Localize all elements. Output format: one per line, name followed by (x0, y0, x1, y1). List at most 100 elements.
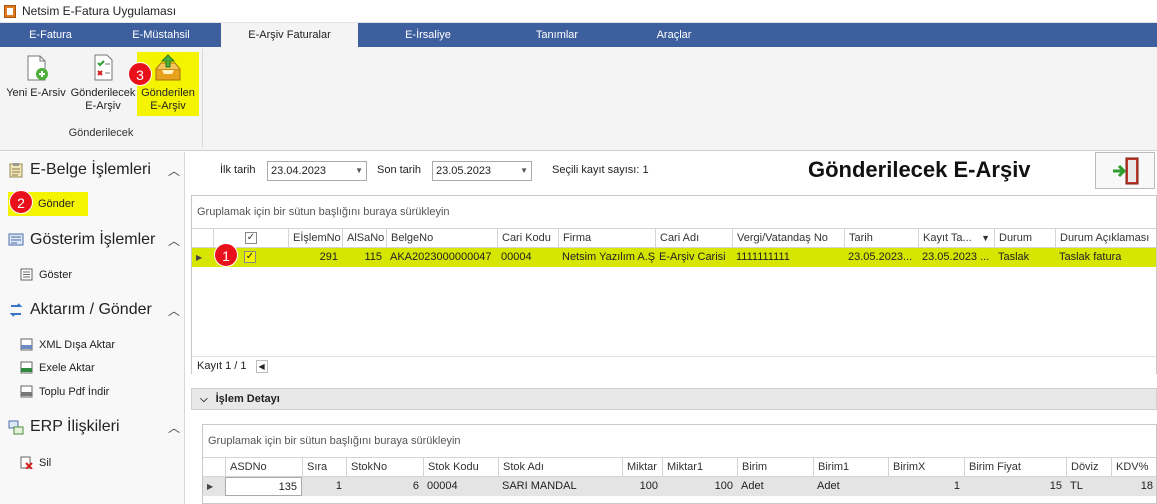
cell-stokno: 6 (412, 480, 419, 492)
chevron-up-icon[interactable]: ︿ (168, 162, 180, 179)
sidebar-item-xml-disa-aktar[interactable]: XML Dışa Aktar (20, 338, 115, 351)
checkbox-checked-icon: ✓ (244, 251, 256, 264)
cell-firma: Netsim Yazılım A.Ş (562, 251, 655, 263)
col-durum[interactable]: Durum (994, 229, 1055, 248)
col-tarih[interactable]: Tarih (844, 229, 918, 248)
chevron-up-icon[interactable]: ︿ (168, 419, 180, 436)
tab-araclar[interactable]: Araçlar (616, 23, 732, 47)
chevron-up-icon[interactable]: ︿ (168, 232, 180, 249)
col-belgeno[interactable]: BelgeNo (386, 229, 497, 248)
row-pointer-icon: ▶ (196, 253, 203, 262)
sidebar-section-title: Gösterim İşlemler (30, 231, 156, 248)
sidebar-section-gosterim[interactable]: Gösterim İşlemler ︿ (8, 231, 180, 249)
table-row[interactable]: ▶ ✓ 291 115 AKA2023000000047 00004 Netsi… (192, 248, 1156, 267)
ribbon-group-label: Gönderilecek (68, 127, 134, 139)
tab-e-irsaliye[interactable]: E-İrsaliye (358, 23, 498, 47)
col-birim1[interactable]: Birim1 (813, 458, 888, 477)
cell-vergi-no: 1111111111 (736, 251, 790, 263)
list-icon (20, 268, 33, 281)
sidebar-item-goster[interactable]: Göster (20, 268, 72, 281)
sidebar-section-e-belge[interactable]: E-Belge İşlemleri ︿ (8, 161, 180, 179)
col-alsano[interactable]: AlSaNo (342, 229, 386, 248)
group-panel[interactable]: Gruplamak için bir sütun başlığını buray… (192, 196, 1156, 228)
start-date-value: 23.04.2023 (271, 165, 327, 177)
col-miktar[interactable]: Miktar (622, 458, 662, 477)
cell-tarih: 23.05.2023... (848, 251, 913, 263)
tab-e-mustahsil[interactable]: E-Müstahsil (101, 23, 221, 47)
excel-file-icon (20, 361, 33, 374)
detail-group-panel[interactable]: Gruplamak için bir sütun başlığını buray… (203, 425, 1156, 457)
transfer-icon (8, 302, 24, 318)
tab-e-fatura[interactable]: E-Fatura (0, 23, 101, 47)
sidebar-item-label: Gönder (38, 198, 75, 210)
gonderilecek-label-1: Gönderilecek (70, 87, 136, 99)
sidebar-item-sil[interactable]: Sil (20, 456, 51, 470)
col-kayit-tarihi[interactable]: Kayıt Ta... ▼ (918, 229, 994, 248)
col-kayit-tarihi-label: Kayıt Ta... (923, 232, 972, 244)
dropdown-arrow-icon[interactable]: ▼ (520, 162, 528, 180)
cell-sira: 1 (335, 480, 342, 492)
col-vergi-no[interactable]: Vergi/Vatandaş No (732, 229, 844, 248)
new-e-arsiv-button[interactable]: Yeni E-Arsiv (4, 53, 68, 100)
main-panel: İlk tarih 23.04.2023 ▼ Son tarih 23.05.20… (186, 152, 1157, 504)
tab-tanimlar[interactable]: Tanımlar (498, 23, 616, 47)
col-stokno[interactable]: StokNo (346, 458, 423, 477)
col-miktar1[interactable]: Miktar1 (662, 458, 737, 477)
col-asdno[interactable]: ASDNo (225, 458, 302, 477)
sidebar-item-label: XML Dışa Aktar (39, 338, 116, 351)
col-cari-kodu[interactable]: Cari Kodu (497, 229, 558, 248)
col-doviz[interactable]: Döviz (1066, 458, 1111, 477)
cell-birim-fiyat: 15 (1049, 480, 1062, 492)
row-indicator-header (203, 458, 225, 477)
detail-panel-header[interactable]: ⌵ İşlem Detayı (191, 388, 1157, 410)
row-indicator-header (192, 229, 213, 248)
col-birimx[interactable]: BirimX (888, 458, 964, 477)
sidebar-section-erp[interactable]: ERP İlişkileri ︿ (8, 418, 180, 436)
start-date-picker[interactable]: 23.04.2023 ▼ (267, 161, 367, 181)
chevron-up-icon[interactable]: ︿ (168, 302, 180, 319)
col-cari-adi[interactable]: Cari Adı (655, 229, 732, 248)
sidebar-section-title: Aktarım / Gönder (30, 301, 152, 318)
selected-count: Seçili kayıt sayısı: 1 (552, 164, 649, 176)
annotation-badge-3: 3 (128, 62, 152, 86)
cell-asdno[interactable]: 135 (225, 477, 302, 496)
col-durum-aciklamasi[interactable]: Durum Açıklaması (1055, 229, 1156, 248)
col-stok-adi[interactable]: Stok Adı (498, 458, 622, 477)
row-pointer-icon: ▶ (207, 482, 214, 491)
exit-button[interactable] (1095, 152, 1155, 189)
sidebar-section-aktarim[interactable]: Aktarım / Gönder ︿ (8, 301, 180, 319)
app-title: Netsim E-Fatura Uygulaması (22, 4, 177, 18)
cell-stok-adi: SARI MANDAL (502, 480, 577, 492)
grid-header: ✓ EİşlemNo AlSaNo BelgeNo Cari Kodu Firm… (192, 228, 1156, 248)
col-birim-fiyat[interactable]: Birim Fiyat (964, 458, 1066, 477)
cell-alsano: 115 (364, 251, 382, 263)
sidebar-item-toplu-pdf-indir[interactable]: Toplu Pdf İndir (20, 385, 109, 398)
cell-belgeno: AKA2023000000047 (390, 251, 492, 263)
sidebar-item-exele-aktar[interactable]: Exele Aktar (20, 361, 95, 374)
dropdown-arrow-icon[interactable]: ▼ (355, 162, 363, 180)
col-eislemno[interactable]: EİşlemNo (288, 229, 342, 248)
tab-e-arsiv-faturalar[interactable]: E-Arşiv Faturalar (221, 23, 358, 47)
col-firma[interactable]: Firma (558, 229, 655, 248)
col-birim[interactable]: Birim (737, 458, 813, 477)
col-stok-kodu[interactable]: Stok Kodu (423, 458, 498, 477)
start-date-label: İlk tarih (220, 164, 256, 176)
chevron-down-icon[interactable]: ⌵ (200, 390, 208, 410)
menu-bar: E-Fatura E-Müstahsil E-Arşiv Faturalar E… (0, 23, 1157, 47)
sidebar-section-title: ERP İlişkileri (30, 418, 120, 435)
cell-birim1: Adet (817, 480, 840, 492)
cell-miktar: 100 (639, 480, 658, 492)
pending-documents-icon (88, 53, 118, 83)
gonderilecek-e-arsiv-button[interactable]: Gönderilecek E-Arşiv (70, 53, 136, 113)
table-row[interactable]: ▶ 135 1 6 00004 SARI MANDAL 100 100 Adet… (203, 477, 1156, 496)
delete-icon (20, 456, 33, 470)
col-kdv[interactable]: KDV% (1111, 458, 1157, 477)
sidebar-item-label: Toplu Pdf İndir (39, 385, 110, 398)
cell-miktar1: 100 (714, 480, 733, 492)
detail-grid: Gruplamak için bir sütun başlığını buray… (202, 424, 1157, 504)
end-date-label: Son tarih (377, 164, 422, 176)
col-sira[interactable]: Sıra (302, 458, 346, 477)
invoice-grid: Gruplamak için bir sütun başlığını buray… (191, 195, 1157, 374)
scroll-left-arrow-icon[interactable]: ◀ (255, 359, 268, 373)
end-date-picker[interactable]: 23.05.2023 ▼ (432, 161, 532, 181)
